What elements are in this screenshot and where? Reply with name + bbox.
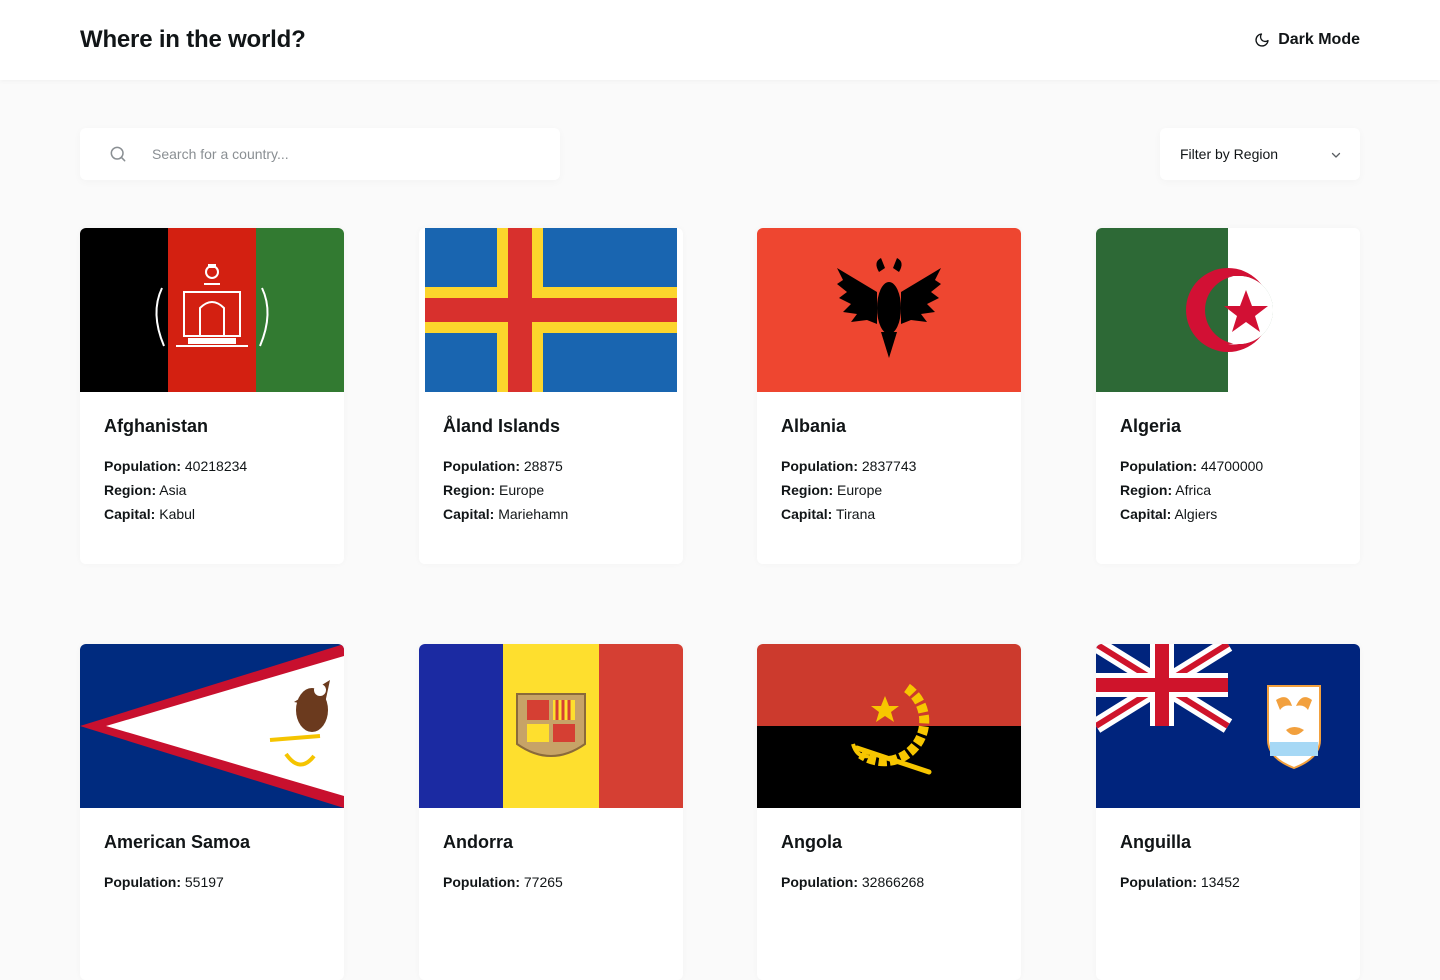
region-label: Region: — [104, 482, 157, 498]
population-value: 13452 — [1200, 874, 1240, 890]
capital-label: Capital: — [104, 506, 156, 522]
flag-image-algeria — [1096, 228, 1360, 392]
country-card[interactable]: Åland Islands Population: 28875 Region: … — [419, 228, 683, 564]
population-row: Population: 2837743 — [781, 458, 916, 474]
country-name: Afghanistan — [104, 416, 209, 436]
search-input[interactable] — [152, 128, 532, 180]
country-name: Algeria — [1120, 416, 1182, 436]
region-value: Europe — [837, 482, 883, 498]
population-row: Population: 77265 — [443, 874, 563, 890]
flag-image-american-samoa — [80, 644, 344, 808]
population-label: Population: — [781, 874, 858, 890]
population-value: 40218234 — [184, 458, 248, 474]
flag-image-angola — [757, 644, 1021, 808]
population-row: Population: 55197 — [104, 874, 224, 890]
capital-row: Capital: Mariehamn — [443, 506, 568, 522]
region-value: Europe — [499, 482, 545, 498]
country-card[interactable]: Andorra Population: 77265 — [419, 644, 683, 980]
region-row: Region: Europe — [443, 482, 544, 498]
capital-label: Capital: — [781, 506, 833, 522]
population-value: 32866268 — [861, 874, 925, 890]
population-label: Population: — [104, 874, 181, 890]
country-card[interactable]: Albania Population: 2837743 Region: Euro… — [757, 228, 1021, 564]
region-value: Africa — [1175, 482, 1212, 498]
search-box — [80, 128, 560, 180]
population-row: Population: 32866268 — [781, 874, 924, 890]
region-label: Region: — [1120, 482, 1173, 498]
moon-icon — [1254, 32, 1270, 48]
capital-value: Algiers — [1174, 506, 1218, 522]
region-row: Region: Europe — [781, 482, 882, 498]
capital-row: Capital: Kabul — [104, 506, 195, 522]
country-card[interactable]: Anguilla Population: 13452 — [1096, 644, 1360, 980]
dark-mode-label: Dark Mode — [1278, 31, 1360, 48]
capital-row: Capital: Tirana — [781, 506, 875, 522]
population-row: Population: 40218234 — [104, 458, 247, 474]
population-label: Population: — [443, 458, 520, 474]
dark-mode-toggle[interactable]: Dark Mode — [1254, 28, 1360, 52]
capital-value: Kabul — [159, 506, 196, 522]
region-row: Region: Africa — [1120, 482, 1211, 498]
search-icon — [108, 144, 128, 164]
flag-image-albania — [757, 228, 1021, 392]
country-card[interactable]: Algeria Population: 44700000 Region: Afr… — [1096, 228, 1360, 564]
population-label: Population: — [104, 458, 181, 474]
country-name: Angola — [781, 832, 842, 852]
country-name: Anguilla — [1120, 832, 1191, 852]
capital-label: Capital: — [443, 506, 495, 522]
country-name: Åland Islands — [443, 416, 561, 436]
country-card[interactable]: Angola Population: 32866268 — [757, 644, 1021, 980]
region-row: Region: Asia — [104, 482, 186, 498]
population-value: 44700000 — [1200, 458, 1264, 474]
population-label: Population: — [1120, 458, 1197, 474]
flag-image-afghanistan — [80, 228, 344, 392]
population-value: 55197 — [184, 874, 224, 890]
app-title: Where in the world? — [80, 26, 306, 53]
population-row: Population: 28875 — [443, 458, 563, 474]
region-label: Region: — [443, 482, 496, 498]
country-card[interactable]: American Samoa Population: 55197 — [80, 644, 344, 980]
population-value: 77265 — [523, 874, 563, 890]
capital-label: Capital: — [1120, 506, 1172, 522]
population-value: 28875 — [523, 458, 563, 474]
population-label: Population: — [1120, 874, 1197, 890]
population-row: Population: 13452 — [1120, 874, 1240, 890]
filter-label: Filter by Region — [1180, 146, 1279, 162]
flag-image-anguilla — [1096, 644, 1360, 808]
header: Where in the world? Dark Mode — [0, 0, 1440, 80]
chevron-down-icon — [1330, 148, 1342, 166]
capital-value: Mariehamn — [498, 506, 569, 522]
country-name: Andorra — [443, 832, 514, 852]
capital-value: Tirana — [835, 506, 876, 522]
population-value: 2837743 — [861, 458, 917, 474]
country-name: American Samoa — [104, 832, 251, 852]
population-label: Population: — [781, 458, 858, 474]
region-label: Region: — [781, 482, 834, 498]
capital-row: Capital: Algiers — [1120, 506, 1217, 522]
population-label: Population: — [443, 874, 520, 890]
flag-image-andorra — [419, 644, 683, 808]
flag-image-aland-islands — [419, 228, 683, 392]
region-value: Asia — [159, 482, 187, 498]
region-filter-dropdown[interactable]: Filter by Region — [1160, 128, 1360, 180]
country-card[interactable]: Afghanistan Population: 40218234 Region:… — [80, 228, 344, 564]
population-row: Population: 44700000 — [1120, 458, 1263, 474]
country-name: Albania — [781, 416, 847, 436]
